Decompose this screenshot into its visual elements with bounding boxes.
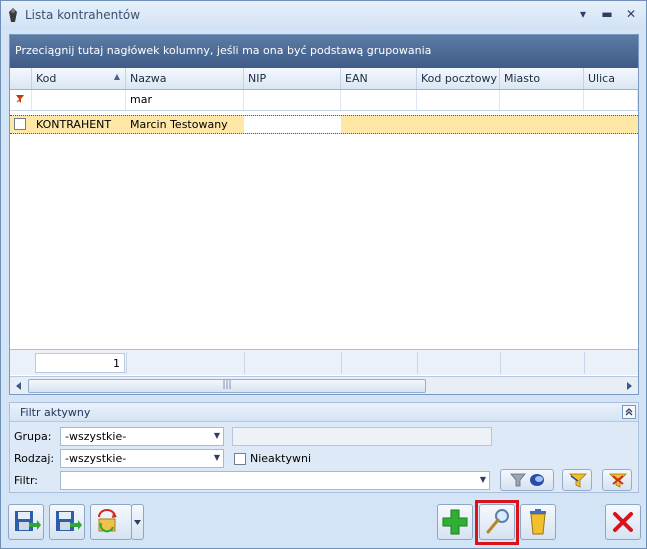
maximize-button[interactable]: ▬ (599, 7, 615, 21)
filter-row: mar (10, 90, 638, 111)
chevron-down-icon: ▼ (213, 431, 220, 440)
filter-cell-nip[interactable] (244, 90, 341, 110)
footer-divider (500, 352, 501, 374)
contractors-grid: Przeciągnij tutaj nagłówek kolumny, jeśl… (9, 34, 639, 395)
grid-header: Kod ▲ Nazwa NIP EAN Kod pocztowy Miasto … (10, 68, 638, 90)
filter-funnel-icon (510, 473, 544, 487)
plus-icon (442, 509, 468, 535)
column-header-kod-pocztowy[interactable]: Kod pocztowy (417, 68, 500, 89)
rodzaj-select-value: -wszystkie- (65, 452, 127, 465)
scroll-right-icon[interactable] (622, 379, 636, 393)
filter-cell-nazwa[interactable]: mar (126, 90, 244, 110)
delete-button[interactable] (520, 504, 556, 540)
filter-pin-icon (16, 95, 24, 103)
filter-cell-miasto[interactable] (500, 90, 584, 110)
column-header-kod[interactable]: Kod ▲ (32, 68, 126, 89)
column-header-nip[interactable]: NIP (244, 68, 341, 89)
filter-clear-icon (609, 473, 627, 488)
grupa-select-value: -wszystkie- (65, 430, 127, 443)
column-header-ulica[interactable]: Ulica (584, 68, 638, 89)
scroll-thumb[interactable]: ||| (28, 379, 426, 393)
menu-dropdown-icon[interactable]: ▾ (575, 7, 591, 21)
column-header-label: Kod (36, 72, 57, 85)
grid-footer: 1 (10, 349, 638, 375)
close-icon (613, 512, 633, 532)
highlight-box (475, 500, 519, 545)
rodzaj-select[interactable]: -wszystkie- ▼ (60, 449, 224, 468)
cell-rest[interactable] (341, 116, 638, 133)
filter-cell-kod-pocztowy[interactable] (417, 90, 500, 110)
collapse-panel-button[interactable] (622, 405, 636, 419)
grupa-description-field (232, 427, 492, 446)
title-bar: Lista kontrahentów ▾ ▬ ✕ (1, 1, 646, 29)
floppy-arrow-icon (15, 511, 41, 531)
chevron-down-icon (134, 520, 141, 525)
footer-divider (126, 352, 127, 374)
window: Lista kontrahentów ▾ ▬ ✕ Przeciągnij tut… (0, 0, 647, 549)
nieaktywni-label: Nieaktywni (250, 452, 312, 465)
footer-divider (341, 352, 342, 374)
window-title: Lista kontrahentów (25, 8, 141, 22)
add-button[interactable] (437, 504, 473, 540)
footer-divider (244, 352, 245, 374)
grupa-label: Grupa: (14, 430, 52, 443)
app-icon (7, 8, 19, 22)
filter-cell-ulica[interactable] (584, 90, 638, 110)
export-button[interactable] (8, 504, 44, 540)
rodzaj-label: Rodzaj: (14, 452, 55, 465)
filtr-label: Filtr: (14, 474, 38, 487)
column-header-miasto[interactable]: Miasto (500, 68, 584, 89)
cell-nip[interactable] (244, 116, 341, 133)
filter-cell-ean[interactable] (341, 90, 417, 110)
footer-divider (417, 352, 418, 374)
header-selector-cell (10, 68, 32, 89)
horizontal-scrollbar[interactable]: ||| (10, 376, 638, 394)
group-by-panel[interactable]: Przeciągnij tutaj nagłówek kolumny, jeśl… (10, 35, 638, 68)
grupa-select[interactable]: -wszystkie- ▼ (60, 427, 224, 446)
footer-divider (584, 352, 585, 374)
table-row[interactable]: KONTRAHENT Marcin Testowany (10, 115, 638, 134)
cancel-button[interactable] (605, 504, 641, 540)
cell-kod[interactable]: KONTRAHENT (32, 116, 126, 133)
row-select-cell[interactable] (10, 116, 32, 133)
refresh-box-icon (98, 509, 117, 533)
import-button[interactable] (49, 504, 85, 540)
cell-nazwa[interactable]: Marcin Testowany (126, 116, 244, 133)
filter-panel-title: Filtr aktywny (20, 406, 91, 419)
sort-ascending-icon: ▲ (113, 72, 120, 81)
column-header-ean[interactable]: EAN (341, 68, 417, 89)
filter-panel: Filtr aktywny Grupa: -wszystkie- ▼ Rodza… (9, 402, 639, 493)
chevron-up-icon (625, 408, 633, 416)
filter-apply-icon (569, 473, 587, 488)
row-count: 1 (35, 353, 125, 373)
filter-row-icon-cell (10, 90, 32, 110)
column-header-nazwa[interactable]: Nazwa (126, 68, 244, 89)
filter-cell-kod[interactable] (32, 90, 126, 110)
filtr-select[interactable]: ▼ (60, 471, 490, 490)
close-window-button[interactable]: ✕ (623, 7, 639, 21)
row-checkbox[interactable] (14, 118, 26, 130)
scroll-left-icon[interactable] (12, 379, 26, 393)
clear-filter-button[interactable] (602, 469, 632, 491)
apply-filter-button[interactable] (562, 469, 592, 491)
advanced-filter-button[interactable] (500, 469, 554, 491)
chevron-down-icon: ▼ (479, 475, 486, 484)
operations-dropdown-button[interactable] (131, 504, 144, 540)
trash-bin-icon (530, 509, 546, 535)
chevron-down-icon: ▼ (213, 453, 220, 462)
nieaktywni-checkbox[interactable] (234, 453, 246, 465)
filter-panel-header: Filtr aktywny (10, 403, 638, 422)
operations-button[interactable] (90, 504, 132, 540)
floppy-arrow-icon (56, 511, 82, 531)
